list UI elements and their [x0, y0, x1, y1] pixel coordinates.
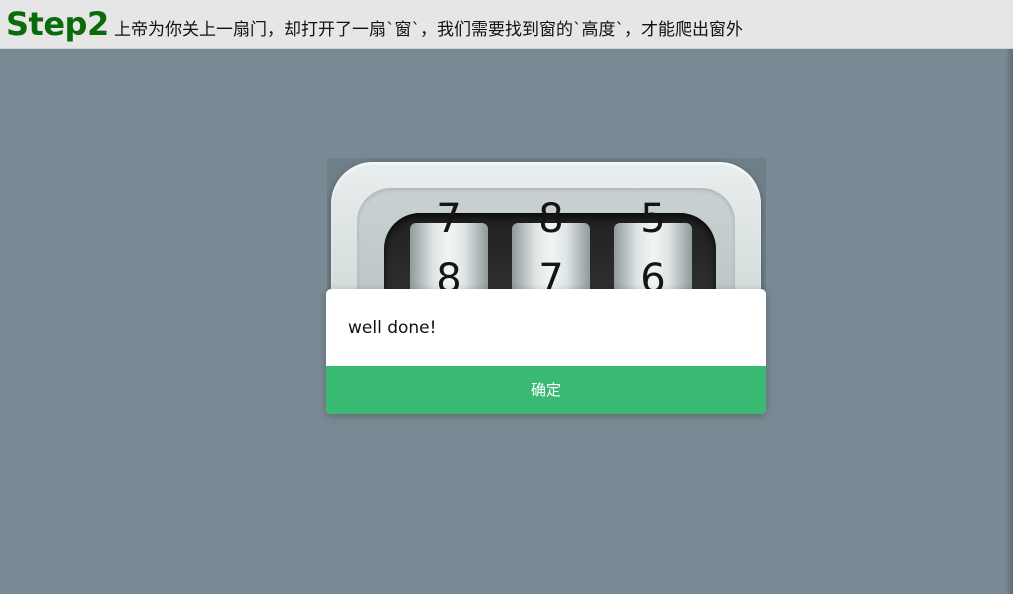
page-header: Step2 上帝为你关上一扇门，却打开了一扇`窗`，我们需要找到窗的`高度`，才…: [0, 0, 1013, 49]
step-title: Step2: [6, 5, 109, 43]
wheel-prev-digit: 7: [436, 196, 462, 242]
scroll-shadow: [1005, 49, 1013, 594]
alert-dialog: well done! 确定: [326, 289, 766, 414]
wheel-prev-digit: 5: [640, 196, 666, 242]
wheel-prev-digit: 8: [538, 196, 564, 242]
step-description: 上帝为你关上一扇门，却打开了一扇`窗`，我们需要找到窗的`高度`，才能爬出窗外: [114, 20, 743, 40]
confirm-button[interactable]: 确定: [326, 366, 766, 414]
dialog-message: well done!: [348, 318, 437, 338]
